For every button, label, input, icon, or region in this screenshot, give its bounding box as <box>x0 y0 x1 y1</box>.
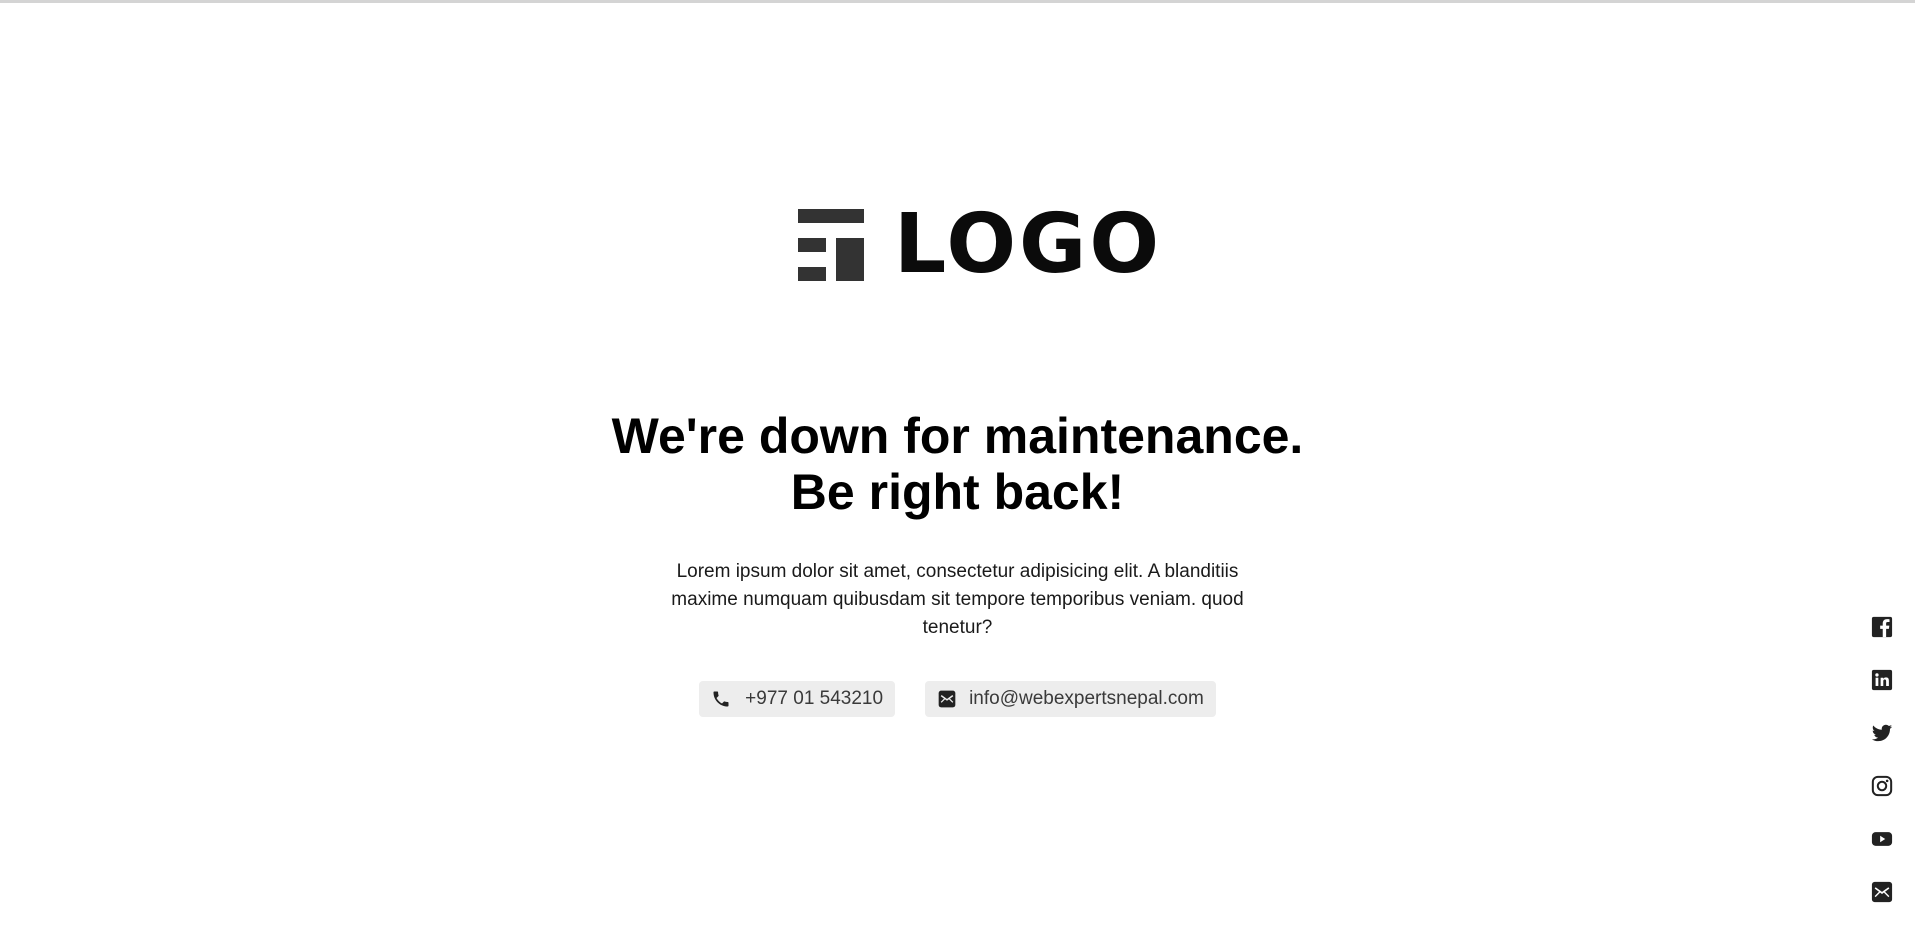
linkedin-link[interactable] <box>1871 669 1893 691</box>
logo-text: LOGO <box>894 197 1163 292</box>
maintenance-page: LOGO We're down for maintenance. Be righ… <box>0 0 1915 942</box>
mail-icon <box>1871 881 1893 903</box>
mail-icon <box>937 689 957 709</box>
facebook-icon <box>1871 616 1893 638</box>
email-social-link[interactable] <box>1871 881 1893 903</box>
site-logo[interactable]: LOGO <box>798 200 1162 290</box>
instagram-link[interactable] <box>1871 775 1893 797</box>
brand-mark-icon <box>798 209 864 281</box>
twitter-link[interactable] <box>1871 722 1893 744</box>
phone-icon <box>711 689 731 709</box>
youtube-icon <box>1871 832 1893 846</box>
linkedin-icon <box>1871 669 1893 691</box>
twitter-icon <box>1871 724 1893 742</box>
description-text: Lorem ipsum dolor sit amet, consectetur … <box>671 561 1244 638</box>
page-title: We're down for maintenance. Be right bac… <box>0 408 1915 520</box>
phone-label: +977 01 543210 <box>745 688 884 709</box>
contact-links: +977 01 543210 info@webexpertsnepal.com <box>0 681 1915 717</box>
email-label: info@webexpertsnepal.com <box>969 688 1204 709</box>
phone-link[interactable]: +977 01 543210 <box>699 681 896 717</box>
headline-line-2: Be right back! <box>790 464 1125 520</box>
facebook-link[interactable] <box>1871 616 1893 638</box>
youtube-link[interactable] <box>1871 828 1893 850</box>
social-rail <box>1871 616 1895 934</box>
headline-line-1: We're down for maintenance. <box>611 408 1304 464</box>
top-divider <box>0 0 1915 3</box>
instagram-icon <box>1871 775 1893 797</box>
email-link[interactable]: info@webexpertsnepal.com <box>925 681 1216 717</box>
